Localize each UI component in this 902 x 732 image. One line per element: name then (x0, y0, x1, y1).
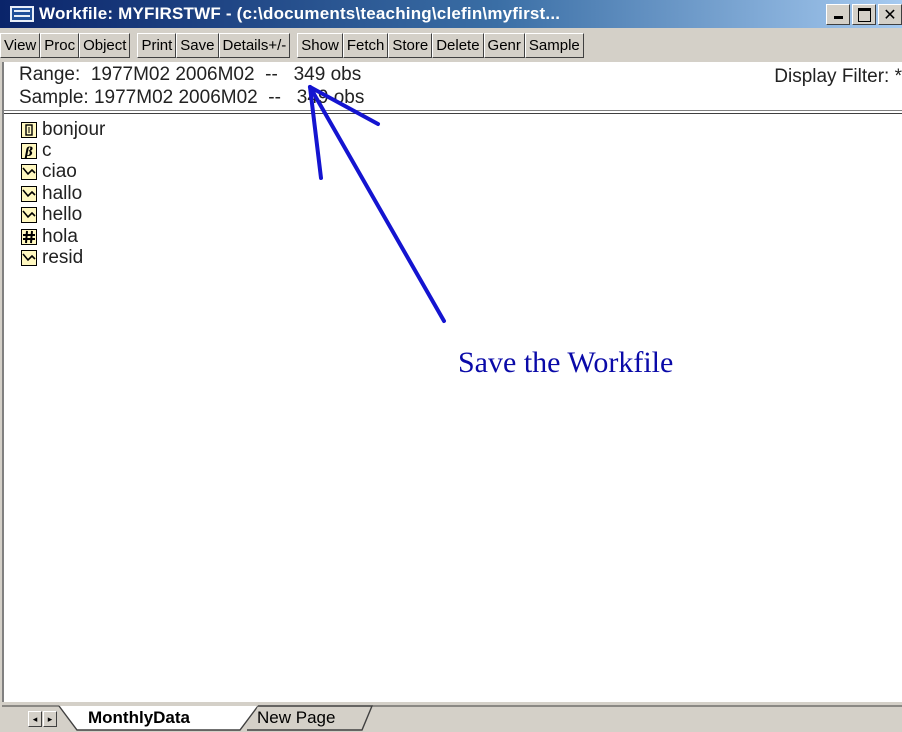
page-tab-bar: ◂ ▸ MonthlyData New Page (2, 702, 902, 732)
tab-new-page[interactable]: New Page (257, 708, 335, 728)
annotation-label: Save the Workfile (458, 346, 674, 379)
annotation-arrows (308, 85, 446, 323)
workfile-window: Workfile: MYFIRSTWF - (c:\documents\teac… (0, 0, 902, 732)
tab-monthlydata[interactable]: MonthlyData (88, 708, 190, 728)
